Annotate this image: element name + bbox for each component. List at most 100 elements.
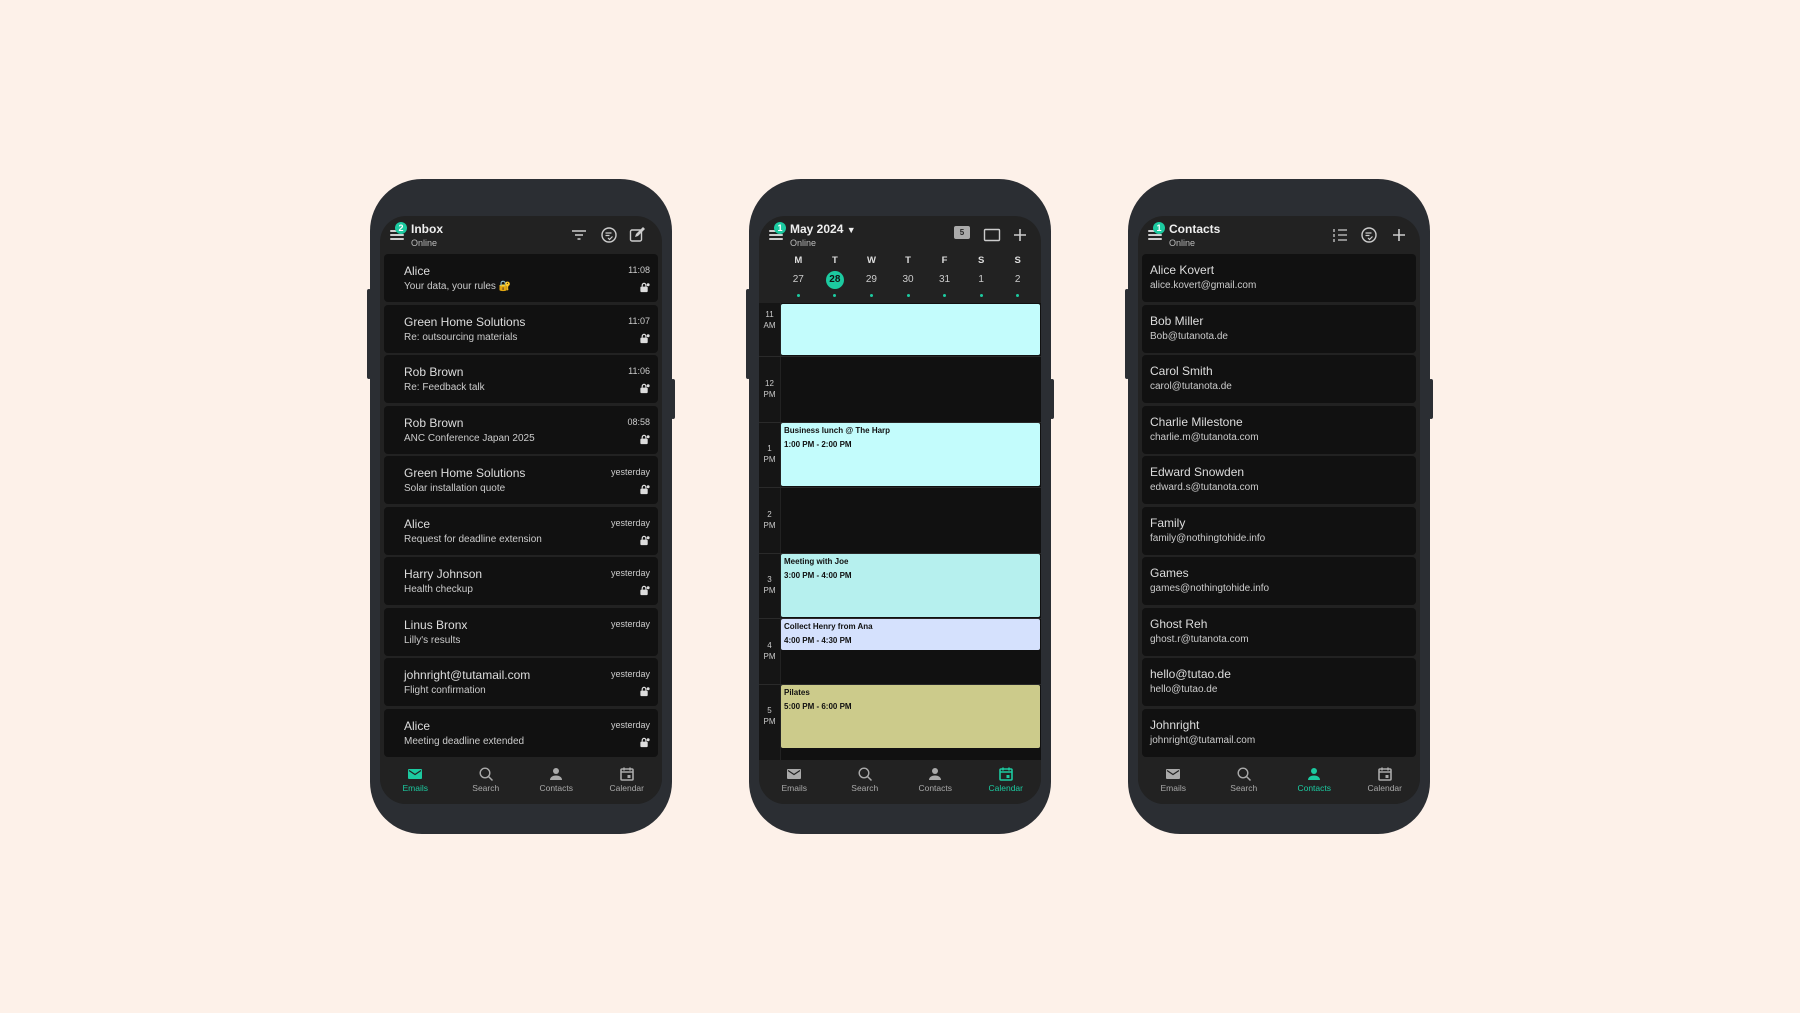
contact-list[interactable]: Alice Kovert alice.kovert@gmail.com Bob Mi…: [1142, 254, 1416, 759]
mail-subject: Solar installation quote: [404, 483, 506, 494]
nav-tab-calendar[interactable]: Calendar: [1350, 760, 1421, 804]
person-icon: [900, 766, 971, 782]
connection-status: Online: [411, 238, 438, 248]
nav-tab-contacts[interactable]: Contacts: [1279, 760, 1350, 804]
event-title: Business lunch @ The Harp: [784, 425, 891, 435]
calendar-event[interactable]: Collect Henry from Ana 4:00 PM - 4:30 PM: [781, 619, 1040, 650]
contact-list-item[interactable]: Edward Snowden edward.s@tutanota.com: [1142, 456, 1416, 504]
mail-time: yesterday: [610, 719, 650, 730]
contact-email: alice.kovert@gmail.com: [1150, 280, 1257, 291]
mail-sender: Alice: [404, 264, 431, 278]
nav-tab-emails[interactable]: Emails: [1138, 760, 1209, 804]
date-cell[interactable]: 31: [927, 271, 963, 289]
notification-badge: 1: [774, 222, 786, 234]
nav-tab-calendar[interactable]: Calendar: [592, 760, 663, 804]
compose-icon[interactable]: [628, 226, 646, 244]
contact-list-item[interactable]: Bob Miller Bob@tutanota.de: [1142, 304, 1416, 353]
add-contact-icon[interactable]: [1390, 226, 1408, 244]
nav-tab-calendar[interactable]: Calendar: [971, 760, 1042, 804]
select-icon[interactable]: [600, 226, 618, 244]
view-days-icon[interactable]: 5: [954, 226, 970, 239]
mail-list-item[interactable]: Rob Brown ANC Conference Japan 2025 08:58: [384, 405, 658, 454]
mail-list-item[interactable]: Green Home Solutions Re: outsourcing mate…: [384, 304, 658, 353]
mail-list-item[interactable]: Harry Johnson Health checkup yesterday: [384, 557, 658, 605]
event-time: 3:00 PM - 4:00 PM: [784, 570, 852, 580]
mail-icon: [1138, 766, 1209, 782]
mail-time: 11:08: [628, 265, 650, 275]
select-icon[interactable]: [1360, 226, 1378, 244]
mail-list-item[interactable]: Rob Brown Re: Feedback talk 11:06: [384, 355, 658, 403]
mail-list-item[interactable]: Green Home Solutions Solar installation q…: [384, 456, 658, 504]
nav-tab-label: Calendar: [1367, 783, 1403, 793]
hour-period: PM: [763, 586, 776, 596]
contact-list-item[interactable]: hello@tutao.de hello@tutao.de: [1142, 658, 1416, 706]
calendar-icon: [592, 766, 663, 782]
lock-icon: [639, 432, 650, 444]
nav-tab-search[interactable]: Search: [1209, 760, 1280, 804]
event-title: Pilates: [784, 687, 810, 697]
contact-list-item[interactable]: Alice Kovert alice.kovert@gmail.com: [1142, 254, 1416, 302]
nav-tab-search[interactable]: Search: [451, 760, 522, 804]
sort-list-icon[interactable]: [1331, 226, 1349, 244]
weekday-label: M: [794, 255, 803, 266]
calendar-view-icon[interactable]: [983, 226, 1001, 244]
date-cell[interactable]: 28: [817, 271, 853, 289]
mail-list[interactable]: Alice Your data, your rules 🔐 11:08 Green H…: [384, 254, 658, 759]
nav-tab-contacts[interactable]: Contacts: [900, 760, 971, 804]
lock-icon: [639, 482, 650, 495]
mail-time: 08:58: [627, 416, 650, 427]
nav-tab-emails[interactable]: Emails: [380, 760, 451, 804]
contact-name: Carol Smith: [1150, 364, 1213, 378]
month-selector[interactable]: May 2024 ▼: [790, 222, 856, 236]
calendar-event[interactable]: Meeting with Joe 3:00 PM - 4:00 PM: [781, 553, 1040, 617]
day-grid[interactable]: 11 AM 12 PM 1 PM 2 PM 3 PM 4 PM 5 PM Business lunch @ …: [759, 303, 1041, 760]
date-cell[interactable]: 2: [1000, 271, 1036, 289]
event-dot: [943, 294, 947, 297]
lock-icon: [639, 533, 650, 545]
mail-icon: [759, 766, 830, 782]
mail-sender: Green Home Solutions: [404, 466, 526, 480]
calendar-event[interactable]: [781, 304, 1040, 355]
calendar-event[interactable]: Pilates 5:00 PM - 6:00 PM: [781, 684, 1040, 748]
mail-list-item[interactable]: Linus Bronx Lilly's results yesterday: [384, 607, 658, 656]
mail-list-item[interactable]: Alice Your data, your rules 🔐 11:08: [384, 254, 658, 302]
add-icon[interactable]: [1011, 226, 1029, 244]
mail-list-item[interactable]: johnright@tutamail.com Flight confirmatio…: [384, 658, 658, 706]
date-cell[interactable]: 29: [853, 271, 889, 289]
contact-name: Games: [1150, 566, 1189, 580]
mail-list-item[interactable]: Alice Meeting deadline extended yesterday: [384, 708, 658, 757]
nav-tab-contacts[interactable]: Contacts: [521, 760, 592, 804]
hour-period: PM: [763, 455, 776, 465]
volume-button: [746, 289, 750, 379]
hour-period: PM: [763, 389, 776, 399]
contact-list-item[interactable]: Johnright johnright@tutamail.com: [1142, 708, 1416, 757]
nav-tab-emails[interactable]: Emails: [759, 760, 830, 804]
mail-list-item[interactable]: Alice Request for deadline extension yeste…: [384, 506, 658, 555]
contact-list-item[interactable]: Family family@nothingtohide.info: [1142, 506, 1416, 555]
contact-name: Edward Snowden: [1150, 465, 1245, 479]
contact-list-item[interactable]: Games games@nothingtohide.info: [1142, 557, 1416, 605]
power-button: [1050, 379, 1054, 419]
connection-status: Online: [1169, 238, 1196, 248]
event-dot: [906, 294, 910, 297]
date-cell[interactable]: 30: [890, 271, 926, 289]
hour-period: PM: [763, 651, 776, 661]
hour-number: 1: [767, 444, 772, 454]
nav-tab-search[interactable]: Search: [830, 760, 901, 804]
mail-header: 2 Inbox Online: [380, 216, 662, 254]
hour-label: 5 PM: [759, 705, 780, 727]
mail-icon: [380, 766, 451, 782]
date-cell[interactable]: 1: [963, 271, 999, 289]
date-cell[interactable]: 27: [780, 271, 816, 289]
connection-status: Online: [790, 238, 817, 248]
mail-sender: Linus Bronx: [404, 617, 468, 632]
contact-list-item[interactable]: Carol Smith carol@tutanota.de: [1142, 355, 1416, 403]
hour-number: 11: [765, 310, 774, 319]
bottom-nav: Emails Search Contacts Calendar: [759, 760, 1041, 804]
person-icon: [1279, 766, 1350, 782]
contact-list-item[interactable]: Ghost Reh ghost.r@tutanota.com: [1142, 607, 1416, 656]
notification-badge: 2: [395, 222, 407, 234]
calendar-event[interactable]: Business lunch @ The Harp 1:00 PM - 2:00 …: [781, 422, 1040, 486]
filter-icon[interactable]: [570, 226, 588, 244]
contact-list-item[interactable]: Charlie Milestone charlie.m@tutanota.com: [1142, 405, 1416, 454]
